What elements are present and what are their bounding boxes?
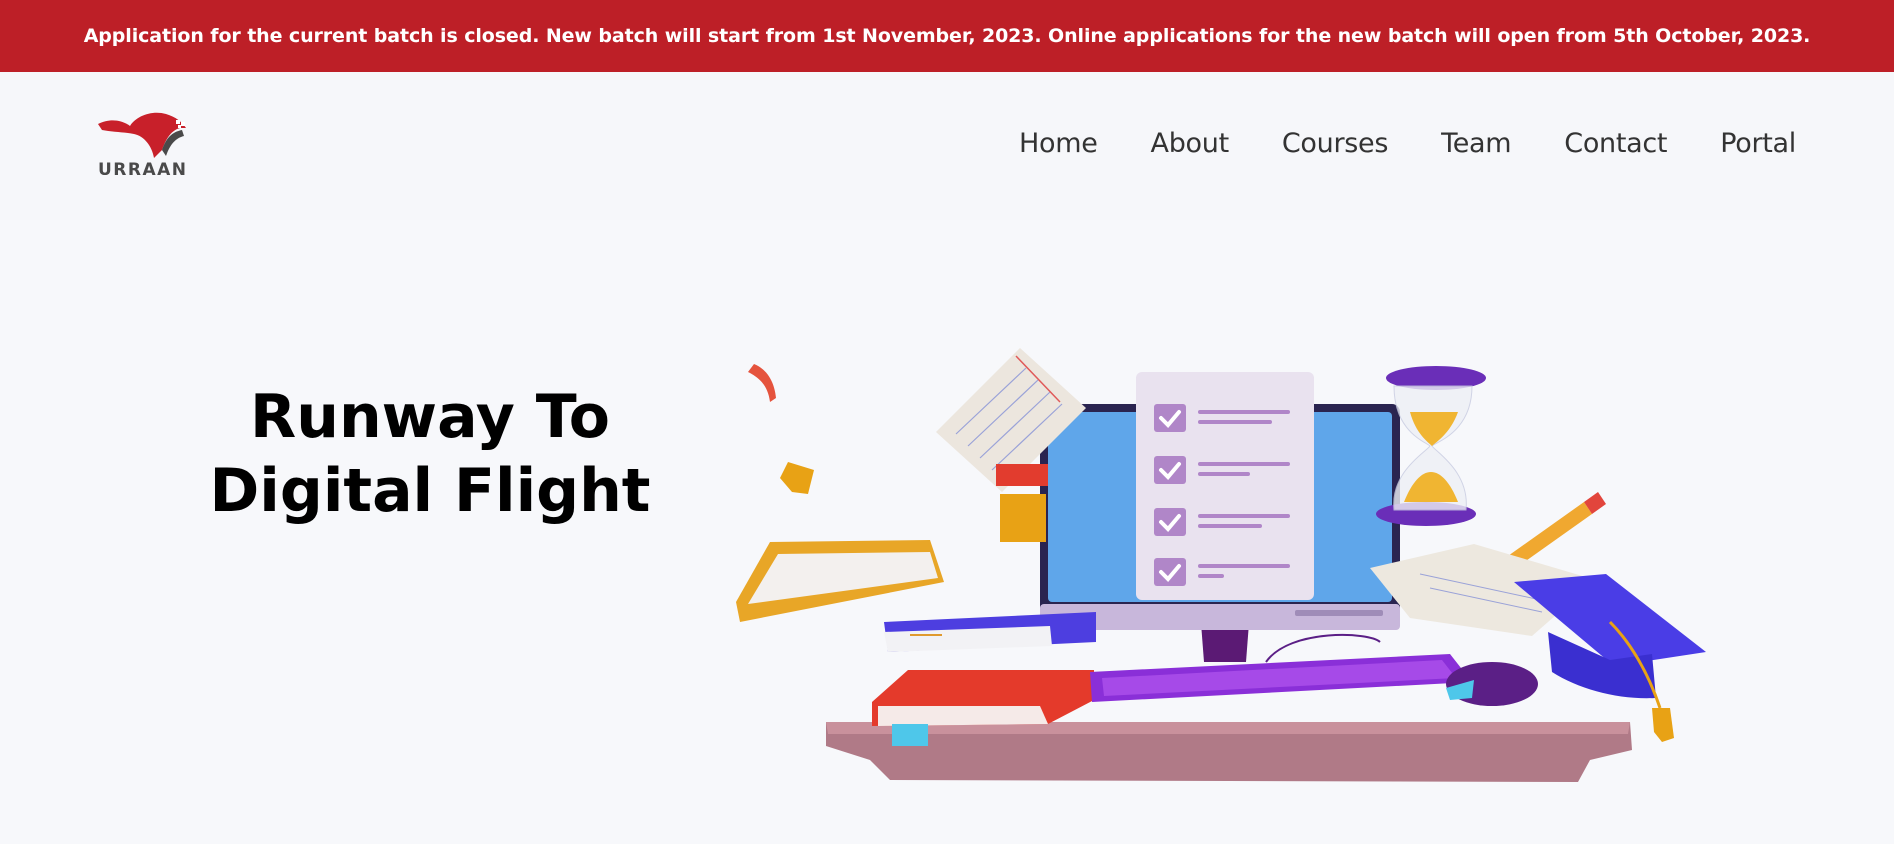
hero-title-line2: Digital Flight <box>209 456 651 526</box>
logo-text: URRAAN <box>98 160 188 180</box>
nav-portal[interactable]: Portal <box>1720 128 1796 159</box>
main-nav: Home About Courses Team Contact Portal <box>1019 128 1796 159</box>
study-desk-illustration <box>736 348 1706 782</box>
announcement-text: Application for the current batch is clo… <box>83 25 1811 47</box>
nav-contact[interactable]: Contact <box>1564 128 1667 159</box>
nav-team[interactable]: Team <box>1441 128 1511 159</box>
page: URRAAN Home About Courses Team Contact P… <box>0 72 1894 844</box>
confetti-icon <box>748 364 776 402</box>
bird-icon <box>98 112 186 158</box>
hero-title: Runway To Digital Flight <box>150 380 710 528</box>
nav-courses[interactable]: Courses <box>1282 128 1389 159</box>
announcement-banner: Application for the current batch is clo… <box>0 0 1894 72</box>
hero-title-line1: Runway To <box>250 382 610 452</box>
site-header: URRAAN Home About Courses Team Contact P… <box>0 72 1894 220</box>
graduation-cap-icon <box>1514 574 1706 742</box>
mouse-icon <box>1446 662 1538 706</box>
nav-home[interactable]: Home <box>1019 128 1098 159</box>
site-logo[interactable]: URRAAN <box>96 110 190 184</box>
nav-about[interactable]: About <box>1151 128 1230 159</box>
